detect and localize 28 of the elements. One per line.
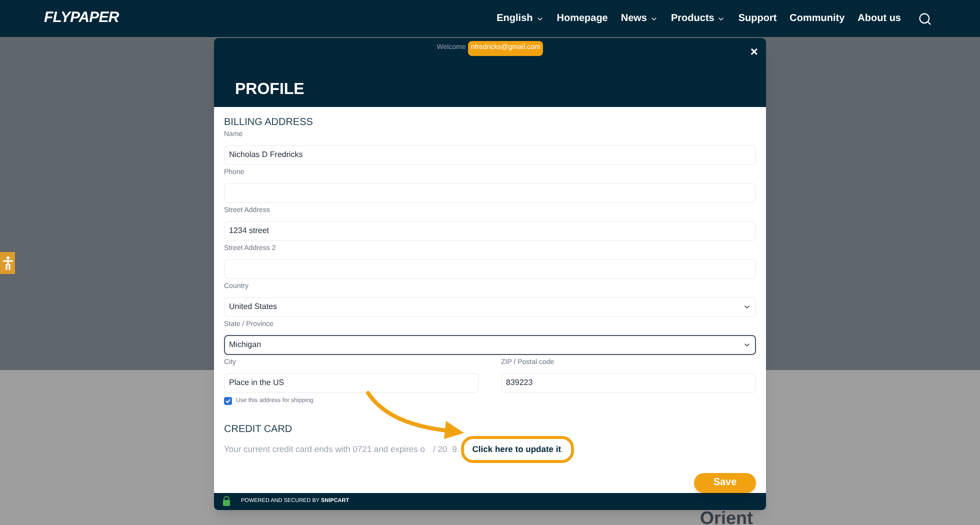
accessibility-icon[interactable] — [0, 252, 15, 274]
select-field[interactable]: United States — [224, 296, 756, 317]
nav-link[interactable]: Products — [671, 11, 726, 26]
nav-link[interactable]: Support — [738, 11, 777, 26]
modal-title: PROFILE — [235, 80, 306, 100]
credit-card-text: / 20 — [432, 442, 448, 456]
nav-link[interactable]: About us — [858, 11, 901, 26]
background-heading: Orient — [700, 507, 754, 525]
section-heading: CREDIT CARD — [224, 424, 294, 436]
input-field[interactable]: 1234 street — [224, 220, 756, 241]
nav-link[interactable]: English — [496, 11, 544, 26]
credit-card-text: Your current credit card ends with 0721 and expires o — [224, 442, 425, 456]
close-button[interactable]: × — [750, 42, 758, 62]
credit-card-text: 9. — [452, 442, 460, 456]
logo[interactable]: FLYPAPER — [44, 7, 119, 30]
search-icon[interactable] — [918, 12, 932, 26]
input-field[interactable]: Place in the US — [224, 372, 479, 393]
input-field[interactable]: 839223 — [501, 372, 756, 393]
period-text: . — [561, 442, 564, 456]
nav-link[interactable]: Homepage — [556, 11, 608, 26]
nav-link[interactable]: Community — [790, 11, 845, 26]
checkbox[interactable] — [224, 397, 232, 406]
nav-link[interactable]: News — [620, 11, 658, 26]
input-field[interactable]: Nicholas D Fredricks — [224, 144, 756, 165]
select-field[interactable]: Michigan — [224, 334, 756, 355]
update-link[interactable]: Click here to update it — [472, 442, 562, 456]
lock-icon — [222, 496, 231, 506]
section-heading: BILLING ADDRESS — [224, 116, 314, 129]
